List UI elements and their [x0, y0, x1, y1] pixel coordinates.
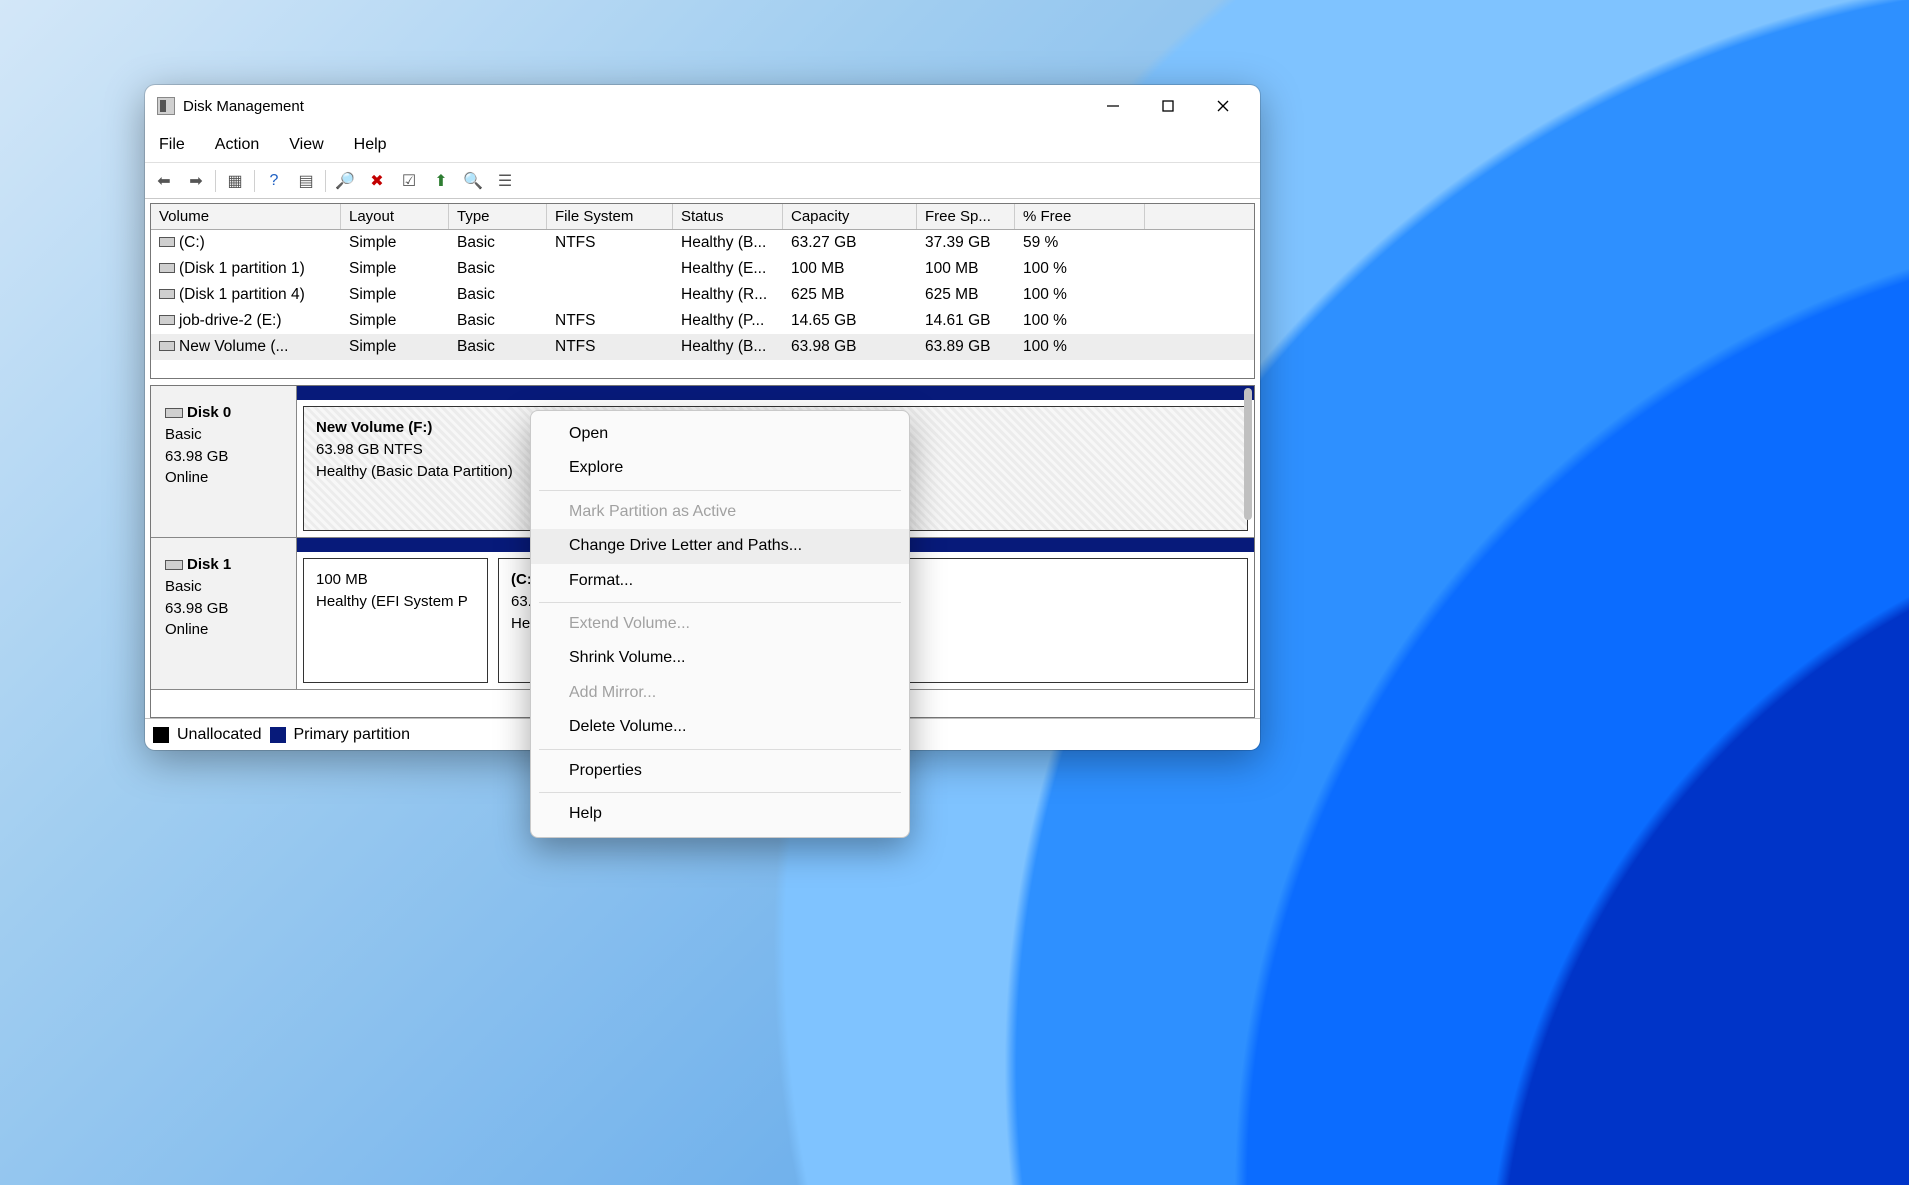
context-menu-item: Mark Partition as Active	[531, 495, 909, 529]
minimize-button[interactable]	[1085, 85, 1140, 127]
column-layout[interactable]: Layout	[341, 204, 449, 229]
settings-icon[interactable]: ▤	[293, 168, 319, 194]
menu-action[interactable]: Action	[211, 132, 263, 158]
context-menu-separator	[539, 602, 901, 603]
volume-list-header: Volume Layout Type File System Status Ca…	[151, 204, 1254, 230]
volume-row[interactable]: (C:)SimpleBasicNTFSHealthy (B...63.27 GB…	[151, 230, 1254, 256]
column-status[interactable]: Status	[673, 204, 783, 229]
column-capacity[interactable]: Capacity	[783, 204, 917, 229]
context-menu-item[interactable]: Shrink Volume...	[531, 641, 909, 675]
toolbar-separator	[325, 170, 326, 192]
scrollbar[interactable]	[1244, 388, 1252, 520]
disk-label[interactable]: Disk 0Basic63.98 GBOnline	[151, 386, 297, 537]
volume-row[interactable]: New Volume (...SimpleBasicNTFSHealthy (B…	[151, 334, 1254, 360]
column-volume[interactable]: Volume	[151, 204, 341, 229]
context-menu-item[interactable]: Delete Volume...	[531, 710, 909, 744]
view-icon[interactable]: ▦	[222, 168, 248, 194]
column-fill	[1145, 204, 1254, 229]
legend-primary-label: Primary partition	[294, 726, 410, 744]
close-button[interactable]	[1195, 85, 1250, 127]
context-menu-item[interactable]: Properties	[531, 754, 909, 788]
forward-icon[interactable]: ➡	[183, 168, 209, 194]
context-menu: OpenExplore Mark Partition as ActiveChang…	[530, 410, 910, 838]
disk-icon	[165, 560, 183, 570]
volume-row[interactable]: job-drive-2 (E:)SimpleBasicNTFSHealthy (…	[151, 308, 1254, 334]
volume-row[interactable]: (Disk 1 partition 4)SimpleBasicHealthy (…	[151, 282, 1254, 308]
volume-list-body: (C:)SimpleBasicNTFSHealthy (B...63.27 GB…	[151, 230, 1254, 378]
search-icon[interactable]: 🔍	[460, 168, 486, 194]
menubar: File Action View Help	[145, 127, 1260, 163]
app-icon	[157, 97, 175, 115]
context-menu-item[interactable]: Format...	[531, 564, 909, 598]
legend-primary-swatch	[270, 727, 286, 743]
context-menu-separator	[539, 749, 901, 750]
list-icon[interactable]: ☰	[492, 168, 518, 194]
menu-file[interactable]: File	[155, 132, 189, 158]
context-menu-item[interactable]: Help	[531, 797, 909, 831]
up-icon[interactable]: ⬆	[428, 168, 454, 194]
check-icon[interactable]: ☑	[396, 168, 422, 194]
column-type[interactable]: Type	[449, 204, 547, 229]
toolbar-separator	[254, 170, 255, 192]
column-pct-free[interactable]: % Free	[1015, 204, 1145, 229]
legend-unallocated-swatch	[153, 727, 169, 743]
partition[interactable]: 100 MBHealthy (EFI System P	[303, 558, 488, 683]
maximize-button[interactable]	[1140, 85, 1195, 127]
context-menu-separator	[539, 490, 901, 491]
help-icon[interactable]: ?	[261, 168, 287, 194]
partition[interactable]: (C:)63.2Hea	[498, 558, 534, 683]
legend-unallocated-label: Unallocated	[177, 726, 262, 744]
back-icon[interactable]: ⬅	[151, 168, 177, 194]
context-menu-item: Add Mirror...	[531, 676, 909, 710]
disk-icon	[159, 315, 175, 325]
volume-row[interactable]: (Disk 1 partition 1)SimpleBasicHealthy (…	[151, 256, 1254, 282]
disk-label[interactable]: Disk 1Basic63.98 GBOnline	[151, 538, 297, 689]
context-menu-item[interactable]: Open	[531, 417, 909, 451]
context-menu-item[interactable]: Explore	[531, 451, 909, 485]
menu-help[interactable]: Help	[350, 132, 391, 158]
volume-list: Volume Layout Type File System Status Ca…	[150, 203, 1255, 379]
delete-icon[interactable]: ✖	[364, 168, 390, 194]
column-filesystem[interactable]: File System	[547, 204, 673, 229]
toolbar-separator	[215, 170, 216, 192]
context-menu-separator	[539, 792, 901, 793]
toolbar: ⬅ ➡ ▦ ? ▤ 🔎 ✖ ☑ ⬆ 🔍 ☰	[145, 163, 1260, 199]
context-menu-item[interactable]: Change Drive Letter and Paths...	[531, 529, 909, 563]
menu-view[interactable]: View	[285, 132, 327, 158]
disk-icon	[159, 289, 175, 299]
context-menu-item: Extend Volume...	[531, 607, 909, 641]
disk-icon	[159, 263, 175, 273]
disk-icon	[159, 237, 175, 247]
column-free-space[interactable]: Free Sp...	[917, 204, 1015, 229]
titlebar[interactable]: Disk Management	[145, 85, 1260, 127]
disk-icon	[165, 408, 183, 418]
window-title: Disk Management	[183, 98, 304, 115]
scan-icon[interactable]: 🔎	[332, 168, 358, 194]
disk-icon	[159, 341, 175, 351]
